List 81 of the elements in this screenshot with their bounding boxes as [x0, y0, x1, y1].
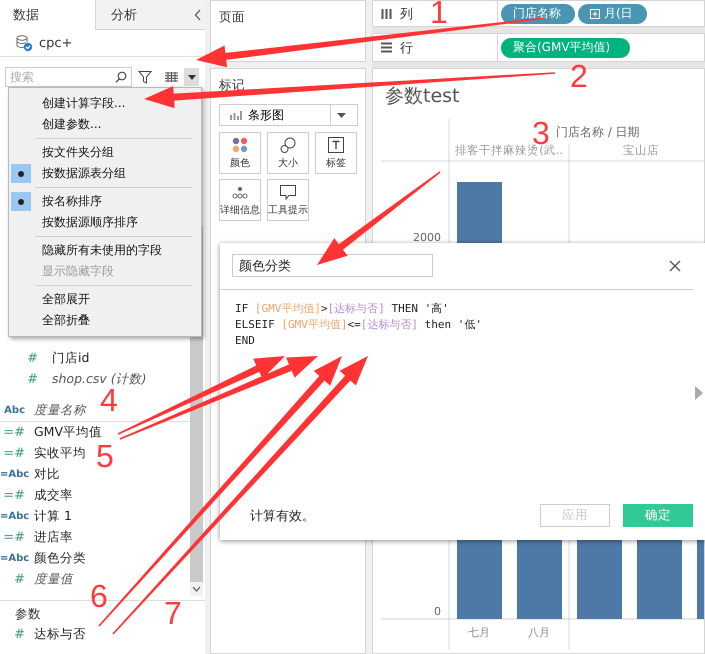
columns-icon	[381, 8, 392, 19]
field-type-icon: #	[0, 372, 52, 387]
annotation-number: 6	[90, 580, 108, 612]
name-field[interactable]: 颜色分类	[232, 254, 433, 277]
field-item[interactable]: Abc 度量名称	[0, 400, 86, 421]
filter-icon[interactable]	[138, 70, 152, 84]
search-field[interactable]: 搜索	[5, 67, 132, 87]
menu-dropdown-button[interactable]	[184, 68, 199, 86]
field-type-icon: =Abc	[0, 469, 34, 480]
list-view-icon[interactable]	[164, 72, 178, 82]
annotation-number: 1	[430, 0, 448, 28]
menu-item[interactable]: 隐藏所有未使用的字段	[9, 240, 201, 261]
code-line: IF [GMV平均值]>[达标与否] THEN '高'	[235, 301, 449, 317]
menu-item[interactable]: 按数据源表分组	[9, 163, 201, 184]
mark-property-button[interactable]: 工具提示	[267, 179, 309, 221]
close-icon[interactable]	[669, 260, 681, 272]
mark-property-button[interactable]: 大小	[267, 132, 309, 174]
code-line: END	[235, 333, 255, 349]
field-item[interactable]: =# 实收平均	[0, 443, 86, 464]
field-item[interactable]: =# 进店率	[0, 527, 73, 548]
plus-box-icon	[590, 8, 600, 18]
speech-bubble-icon	[280, 185, 296, 200]
bar-chart-icon	[230, 110, 242, 120]
field-type-icon: =Abc	[0, 511, 34, 522]
axis-label: 七月	[468, 626, 490, 639]
menu-item[interactable]: 创建参数...	[9, 114, 201, 135]
panel-title: 页面	[218, 8, 246, 26]
mark-type-dropdown[interactable]: 条形图	[219, 104, 358, 126]
code-line: ELSEIF [GMV平均值]<=[达标与否] then '低'	[235, 317, 482, 333]
color-dots-icon	[232, 137, 248, 153]
field-type-icon: Abc	[0, 405, 34, 416]
field-item[interactable]: =Abc 计算 1	[0, 506, 72, 527]
field-type-icon: =#	[0, 425, 34, 440]
field-type-icon: #	[0, 351, 52, 366]
chart-title: 参数test	[385, 85, 460, 107]
field-item[interactable]: =Abc 颜色分类	[0, 548, 86, 569]
field-type-icon: =#	[0, 446, 34, 461]
mark-property-button[interactable]: 颜色	[219, 132, 261, 174]
annotation-number: 7	[164, 597, 182, 629]
field-item[interactable]: # 门店id	[0, 348, 90, 369]
datasource-icon	[15, 34, 33, 52]
column-header: 宝山店	[623, 143, 659, 157]
mark-property-button[interactable]: 详细信息	[219, 179, 261, 221]
dots-icon	[232, 186, 248, 200]
section-title: 参数	[15, 604, 41, 622]
axis-label: 八月	[528, 626, 550, 639]
menu-item[interactable]: 全部折叠	[9, 310, 201, 331]
shelf-label: 列	[400, 6, 413, 22]
caret-icon	[188, 74, 196, 80]
formula-editor[interactable]: IF [GMV平均值]>[达标与否] THEN '高' ELSEIF [GMV平均值]<=[达标与否] then '低' END	[220, 290, 705, 504]
caret-icon	[336, 112, 346, 118]
search-icon[interactable]	[115, 71, 127, 83]
field-item[interactable]: # 达标与否	[0, 624, 86, 645]
menu-item[interactable]: 按名称排序	[9, 191, 201, 212]
collapse-icon[interactable]	[194, 8, 202, 20]
datasource-name: cpc+	[39, 36, 72, 50]
field-type-icon: #	[0, 627, 34, 642]
menu-item[interactable]: 创建计算字段...	[9, 93, 201, 114]
annotation-number: 2	[570, 60, 588, 92]
axis-title: 门店名称 / 日期	[556, 125, 640, 139]
axis-tick-label: 2000	[413, 231, 441, 244]
text-label-icon	[328, 137, 344, 153]
menu-item[interactable]: 按数据源顺序排序	[9, 212, 201, 233]
field-item[interactable]: =# GMV平均值	[0, 422, 102, 443]
validation-message: 计算有效。	[249, 508, 316, 524]
menu-item[interactable]: 按文件夹分组	[9, 142, 201, 163]
annotation-number: 5	[96, 440, 114, 472]
rows-icon	[381, 42, 392, 53]
field-item[interactable]: =Abc 对比	[0, 464, 60, 485]
axis-tick-label: 0	[434, 605, 441, 618]
field-item[interactable]: =# 成交率	[0, 485, 73, 506]
field-item[interactable]: # 度量值	[0, 569, 73, 590]
menu-item[interactable]: 全部展开	[9, 289, 201, 310]
field-type-icon: =#	[0, 488, 34, 503]
field-type-icon: #	[0, 572, 34, 587]
shelf-label: 行	[400, 40, 413, 56]
circles-icon	[280, 137, 296, 153]
field-type-icon: =#	[0, 530, 34, 545]
field-type-icon: =Abc	[0, 553, 34, 564]
mark-property-button[interactable]: 标签	[315, 132, 357, 174]
panel-tab[interactable]: 分析	[95, 0, 191, 30]
